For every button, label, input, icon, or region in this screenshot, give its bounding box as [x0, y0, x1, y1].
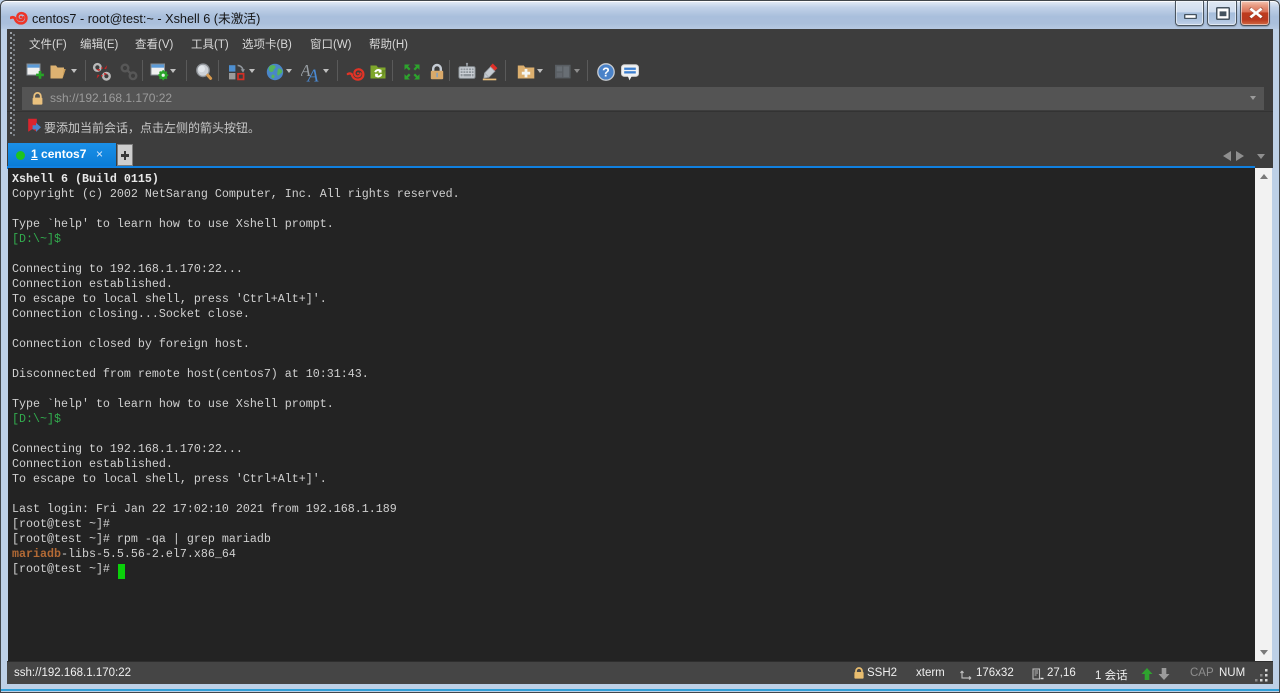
svg-text:?: ? [602, 66, 610, 80]
svg-text:A: A [307, 66, 320, 83]
